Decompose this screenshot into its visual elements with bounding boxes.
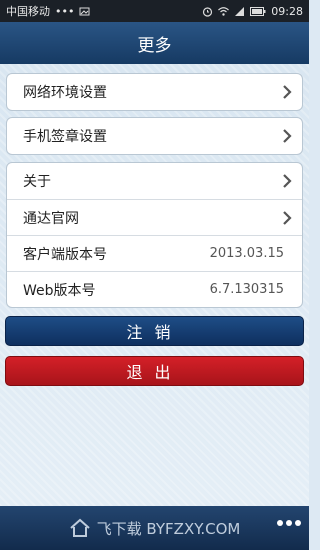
client-version-label: 客户端版本号 (23, 246, 107, 263)
network-settings-label: 网络环境设置 (23, 85, 107, 101)
chevron-right-icon (283, 210, 292, 225)
chevron-right-icon (283, 85, 292, 99)
menu-dot (277, 520, 283, 526)
menu-dot (286, 520, 292, 526)
signature-group: 手机签章设置 (6, 117, 303, 155)
page-title-bar: 更多 (0, 22, 309, 65)
web-version-value: 6.7.130315 (209, 282, 284, 297)
network-group: 网络环境设置 (6, 73, 303, 111)
notification-dots: ••• (55, 4, 75, 18)
website-item[interactable]: 通达官网 (7, 199, 302, 235)
page-title: 更多 (137, 35, 172, 56)
overflow-menu-icon[interactable] (277, 520, 301, 526)
web-version-row: Web版本号 6.7.130315 (7, 271, 302, 307)
website-label: 通达官网 (23, 210, 79, 227)
signature-settings-item[interactable]: 手机签章设置 (7, 118, 302, 154)
exit-button[interactable]: 退出 (5, 356, 304, 386)
watermark-text: 飞下载 BYFZXY.COM (96, 519, 241, 538)
signature-settings-label: 手机签章设置 (23, 129, 107, 145)
logout-label: 注销 (126, 323, 183, 342)
about-item[interactable]: 关于 (7, 163, 302, 199)
status-bar: 中国移动 ••• 09:28 (0, 0, 309, 22)
client-version-row: 客户端版本号 2013.03.15 (7, 235, 302, 271)
info-group: 关于 通达官网 客户端版本号 2013.03.15 Web版本号 6.7.130… (6, 162, 303, 308)
web-version-label: Web版本号 (23, 282, 96, 299)
watermark: 飞下载 BYFZXY.COM (69, 518, 241, 539)
wifi-icon (218, 6, 230, 16)
logout-button[interactable]: 注销 (5, 316, 304, 346)
image-notification-icon (79, 7, 90, 15)
about-label: 关于 (23, 174, 51, 190)
home-icon (69, 518, 90, 537)
menu-dot (295, 520, 301, 526)
exit-label: 退出 (126, 363, 183, 382)
battery-icon (250, 6, 266, 16)
chevron-right-icon (283, 129, 292, 143)
bottom-bar: 飞下载 BYFZXY.COM (0, 506, 309, 550)
client-version-value: 2013.03.15 (209, 246, 284, 261)
signal-icon (235, 6, 245, 16)
network-settings-item[interactable]: 网络环境设置 (7, 74, 302, 110)
clock: 09:28 (271, 4, 303, 18)
carrier-label: 中国移动 (6, 5, 50, 18)
alarm-icon (203, 6, 213, 17)
chevron-right-icon (283, 174, 292, 188)
